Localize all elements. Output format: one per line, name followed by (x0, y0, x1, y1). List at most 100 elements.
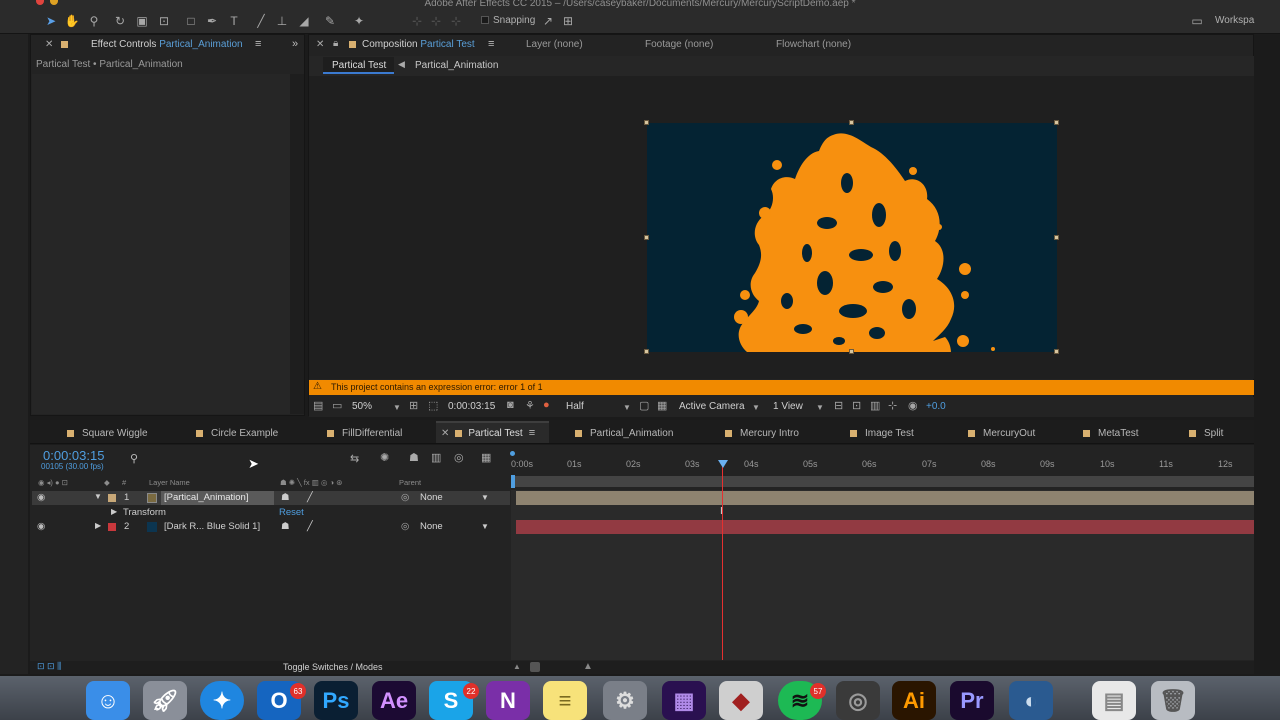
composition-tab[interactable]: Composition Partical Test (362, 39, 475, 50)
layer-1-duration-bar[interactable] (516, 491, 1254, 505)
tab-partical-animation[interactable]: Partical_Animation (575, 425, 673, 441)
layer-name-1[interactable]: [Partical_Animation] (161, 491, 274, 505)
media-encoder-icon[interactable]: ▦ (662, 681, 706, 720)
notes-icon[interactable]: ≡ (543, 681, 587, 720)
quality-switch-icon[interactable]: ╱ (307, 521, 313, 532)
panel-menu-icon[interactable]: ≡ (255, 38, 261, 50)
tab-partical-test[interactable]: ✕ Partical Test ≡ (441, 425, 535, 441)
breadcrumb-partical-test[interactable]: Partical Test (332, 60, 386, 71)
trash-icon[interactable]: 🗑︎ (1151, 681, 1195, 720)
camera-select[interactable]: Active Camera (679, 401, 745, 412)
behind-tool-icon[interactable]: ⊡ (155, 12, 173, 30)
transform-reset-link[interactable]: Reset (279, 507, 304, 518)
layer-row-2[interactable]: ◉ ▶ 2 [Dark R... Blue Solid 1] ☗ ╱ ◎ Non… (32, 520, 510, 534)
resolution-select[interactable]: Half (566, 401, 584, 412)
always-preview-icon[interactable]: ▤ (313, 399, 323, 412)
snap-grid-icon[interactable]: ⊞ (559, 12, 577, 30)
video-eye-icon[interactable]: ◉ (37, 492, 45, 503)
system-preferences-icon[interactable]: ⚙ (603, 681, 647, 720)
rotation-tool-icon[interactable]: ↻ (111, 12, 129, 30)
tab-filldifferential[interactable]: FillDifferential (327, 425, 402, 441)
roto-brush-tool-icon[interactable]: ✎ (321, 12, 339, 30)
workspace-icon[interactable]: ▭ (1188, 12, 1206, 30)
fast-previews-icon[interactable]: ⊡ (852, 399, 861, 412)
bounding-handle-ml[interactable] (644, 235, 649, 240)
tab-mercuryout[interactable]: MercuryOut (968, 425, 1035, 441)
timeline-current-time[interactable]: 0:00:03:15 (43, 448, 104, 463)
after-effects-icon[interactable]: Ae (372, 681, 416, 720)
pickwhip-icon[interactable]: ◎ (401, 492, 409, 503)
brush-tool-icon[interactable]: ╱ (252, 12, 270, 30)
zoom-out-icon[interactable]: ▲ (513, 662, 521, 671)
launchpad-icon[interactable]: 🚀︎ (143, 681, 187, 720)
frame-blending-icon[interactable]: ▥ (431, 451, 441, 464)
tab-square-wiggle[interactable]: Square Wiggle (67, 425, 148, 441)
safe-zones-icon[interactable]: ⊞ (409, 399, 418, 412)
documents-stack-icon[interactable]: ▤ (1092, 681, 1136, 720)
layer-name-2[interactable]: [Dark R... Blue Solid 1] (164, 521, 260, 532)
region-of-interest-icon[interactable]: ▢ (639, 399, 649, 412)
monitor-icon[interactable]: ▭ (332, 399, 342, 412)
composition-mini-flowchart-icon[interactable]: ⇆ (350, 452, 359, 465)
layer-2-duration-bar[interactable] (516, 520, 1254, 534)
premiere-icon[interactable]: Pr (950, 681, 994, 720)
hand-tool-icon[interactable]: ✋ (63, 12, 81, 30)
channel-icon[interactable]: ● (543, 399, 550, 411)
finder-icon[interactable]: ☺ (86, 681, 130, 720)
footer-pane-icons[interactable]: ⊡ ⊡ ⫼ (37, 661, 61, 672)
work-area-bar[interactable] (511, 476, 1254, 487)
zoom-in-icon[interactable]: ▲ (583, 661, 593, 672)
flowchart-icon[interactable]: ⊹ (888, 399, 897, 412)
show-snapshot-icon[interactable]: ⚘ (525, 399, 535, 412)
quality-switch-icon[interactable]: ╱ (307, 492, 313, 503)
layer-label-swatch[interactable] (108, 523, 116, 531)
resolution-dropdown-icon[interactable]: ▼ (623, 403, 631, 412)
bounding-handle-bl[interactable] (644, 349, 649, 354)
expand-panels-icon[interactable]: » (292, 38, 298, 50)
audio-app-icon[interactable]: ◎ (836, 681, 880, 720)
bounding-handle-tc[interactable] (849, 120, 854, 125)
bounding-handle-bc[interactable] (849, 349, 854, 354)
parent-select[interactable]: None (420, 492, 443, 503)
pen-tool-icon[interactable]: ✒ (203, 12, 221, 30)
view-layout-select[interactable]: 1 View (773, 401, 803, 412)
type-tool-icon[interactable]: T (225, 12, 243, 30)
zoom-tool-icon[interactable]: ⚲ (85, 12, 103, 30)
video-eye-icon[interactable]: ◉ (37, 521, 45, 532)
tab-image-test[interactable]: Image Test (850, 425, 914, 441)
hide-shy-layers-icon[interactable]: ☗ (409, 451, 419, 464)
shy-switch-icon[interactable]: ☗ (281, 492, 290, 503)
tab-split[interactable]: Split (1189, 425, 1223, 441)
column-layer-name[interactable]: Layer Name (149, 478, 190, 487)
puppet-tool-icon[interactable]: ✦ (350, 12, 368, 30)
parent-dropdown-icon[interactable]: ▼ (481, 522, 489, 531)
parent-dropdown-icon[interactable]: ▼ (481, 493, 489, 502)
work-area-start-marker[interactable] (510, 451, 515, 456)
tab-circle-example[interactable]: Circle Example (196, 425, 278, 441)
graph-editor-icon[interactable]: ▦ (481, 451, 491, 464)
timeline-zoom-slider[interactable] (530, 662, 540, 672)
transparency-grid-icon[interactable]: ▦ (657, 399, 667, 412)
toggle-pixel-aspect-icon[interactable]: ⊟ (834, 399, 843, 412)
close-tab-icon[interactable]: ✕ (441, 428, 449, 439)
zoom-select[interactable]: 50% (352, 401, 372, 412)
bounding-handle-mr[interactable] (1054, 235, 1059, 240)
workspace-menu[interactable]: Workspa (1215, 15, 1254, 26)
camera-dropdown-icon[interactable]: ▼ (752, 403, 760, 412)
twirl-closed-icon[interactable]: ▶ (111, 507, 117, 516)
tab-layer-viewer[interactable]: Layer (none) (526, 39, 583, 50)
eraser-tool-icon[interactable]: ◢ (295, 12, 313, 30)
mercury-icon[interactable]: ◆ (719, 681, 763, 720)
illustrator-icon[interactable]: Ai (892, 681, 936, 720)
view-layout-dropdown-icon[interactable]: ▼ (816, 403, 824, 412)
work-area-start-handle[interactable] (511, 475, 515, 488)
current-time-indicator-line[interactable] (722, 466, 723, 660)
browser-icon[interactable]: ◐ (1009, 681, 1053, 720)
pickwhip-icon[interactable]: ◎ (401, 521, 409, 532)
close-composition-icon[interactable]: ✕ (316, 39, 324, 50)
motion-blur-icon[interactable]: ◎ (454, 451, 464, 464)
current-time-indicator-head[interactable] (718, 460, 728, 468)
twirl-closed-icon[interactable]: ▶ (95, 521, 101, 530)
shape-tool-icon[interactable]: □ (182, 12, 200, 30)
close-effect-controls-icon[interactable]: ✕ (45, 39, 53, 50)
